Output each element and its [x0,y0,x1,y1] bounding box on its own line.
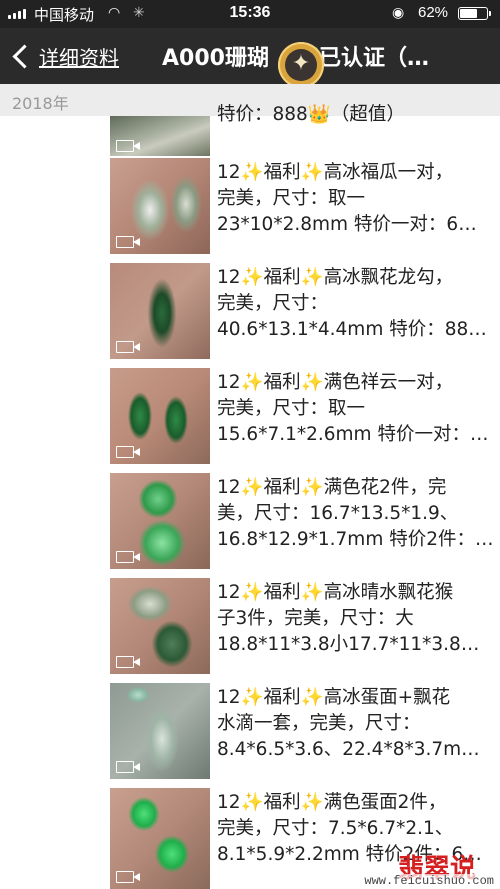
back-label: 详细资料 [39,46,119,70]
video-icon [116,871,140,883]
video-thumbnail[interactable] [110,683,210,779]
post-line: 15.6*7.1*2.6mm 特价一对：… [217,424,489,445]
post-line: 8.4*6.5*3.6、22.4*8*3.7m… [217,739,480,760]
post-line: 完美，尺寸：取一 [217,188,366,209]
post-text: 12✨福利✨高冰晴水飘花猴 子3件，完美，尺寸：大 18.8*11*3.8小17… [217,580,497,658]
battery-icon [458,7,491,20]
page-title: A000珊瑚✓已认证（… [162,40,500,72]
post-line: 12✨福利✨满色祥云一对， [217,372,454,393]
video-icon [116,236,140,248]
post-text: 12✨福利✨高冰福瓜一对， 完美，尺寸：取一 23*10*2.8mm 特价一对：… [217,160,497,238]
video-thumbnail[interactable] [110,788,210,889]
video-thumbnail[interactable] [110,116,210,156]
video-icon [116,446,140,458]
video-icon [116,551,140,563]
video-icon [116,140,140,152]
post-line: 23*10*2.8mm 特价一对：6… [217,214,477,235]
post-line: 完美，尺寸：取一 [217,398,366,419]
video-icon [116,761,140,773]
list-item[interactable]: 12✨福利✨满色祥云一对， 完美，尺寸：取一 15.6*7.1*2.6mm 特价… [0,368,500,468]
list-item[interactable]: 12✨福利✨高冰飘花龙勾， 完美，尺寸： 40.6*13.1*4.4mm 特价：… [0,263,500,363]
video-thumbnail[interactable] [110,578,210,674]
post-line: 40.6*13.1*4.4mm 特价：88… [217,319,487,340]
post-line: 12✨福利✨满色蛋面2件， [217,792,447,813]
post-text: 特价：888👑（超值） [217,102,497,128]
post-line: 12✨福利✨高冰飘花龙勾， [217,267,454,288]
post-text: 12✨福利✨高冰飘花龙勾， 完美，尺寸： 40.6*13.1*4.4mm 特价：… [217,265,497,343]
post-line: 美，尺寸：16.7*13.5*1.9、 [217,503,459,524]
watermark: 翡翠说 www.feicuishuo.com [342,852,500,889]
video-icon [116,341,140,353]
post-line: 12✨福利✨高冰晴水飘花猴 [217,582,454,603]
video-icon [116,656,140,668]
nav-bar: 详细资料 A000珊瑚✓已认证（… [0,28,500,88]
list-item[interactable]: 12✨福利✨满色花2件，完 美，尺寸：16.7*13.5*1.9、 16.8*1… [0,473,500,573]
list-item[interactable]: 12✨福利✨高冰福瓜一对， 完美，尺寸：取一 23*10*2.8mm 特价一对：… [0,158,500,258]
title-prefix: A000珊瑚 [162,46,269,71]
list-item[interactable]: 特价：888👑（超值） [0,104,500,156]
title-suffix: 已认证（… [318,46,429,71]
post-line: 12✨福利✨高冰蛋面+飘花 [217,687,451,708]
list-item[interactable]: 12✨福利✨高冰晴水飘花猴 子3件，完美，尺寸：大 18.8*11*3.8小17… [0,578,500,678]
video-thumbnail[interactable] [110,263,210,359]
rotation-lock-icon: ◉ [392,4,405,20]
year-label: 2018年 [12,94,69,113]
watermark-url: www.feicuishuo.com [364,874,494,888]
post-line: 水滴一套，完美，尺寸： [217,713,421,734]
chevron-left-icon [12,44,37,69]
post-text: 12✨福利✨满色花2件，完 美，尺寸：16.7*13.5*1.9、 16.8*1… [217,475,497,553]
status-bar: 中国移动 ◠ ✳ 15:36 ◉ 62% [0,0,500,28]
back-button[interactable]: 详细资料 [10,42,119,71]
post-line: 完美，尺寸：7.5*6.7*2.1、 [217,818,454,839]
video-thumbnail[interactable] [110,368,210,464]
post-line: 16.8*12.9*1.7mm 特价2件：… [217,529,494,550]
post-text: 12✨福利✨满色祥云一对， 完美，尺寸：取一 15.6*7.1*2.6mm 特价… [217,370,497,448]
post-line: 12✨福利✨满色花2件，完 [217,477,447,498]
post-line: 完美，尺寸： [217,293,329,314]
post-line: 子3件，完美，尺寸：大 [217,608,414,629]
post-line: 特价：888👑（超值） [217,104,405,125]
video-thumbnail[interactable] [110,158,210,254]
post-line: 18.8*11*3.8小17.7*11*3.8m… [217,634,497,655]
video-thumbnail[interactable] [110,473,210,569]
post-line: 12✨福利✨高冰福瓜一对， [217,162,454,183]
battery-percent: 62% [418,4,449,21]
list-item[interactable]: 12✨福利✨高冰蛋面+飘花 水滴一套，完美，尺寸： 8.4*6.5*3.6、22… [0,683,500,783]
compass-badge-icon [278,42,324,88]
post-text: 12✨福利✨高冰蛋面+飘花 水滴一套，完美，尺寸： 8.4*6.5*3.6、22… [217,685,497,763]
